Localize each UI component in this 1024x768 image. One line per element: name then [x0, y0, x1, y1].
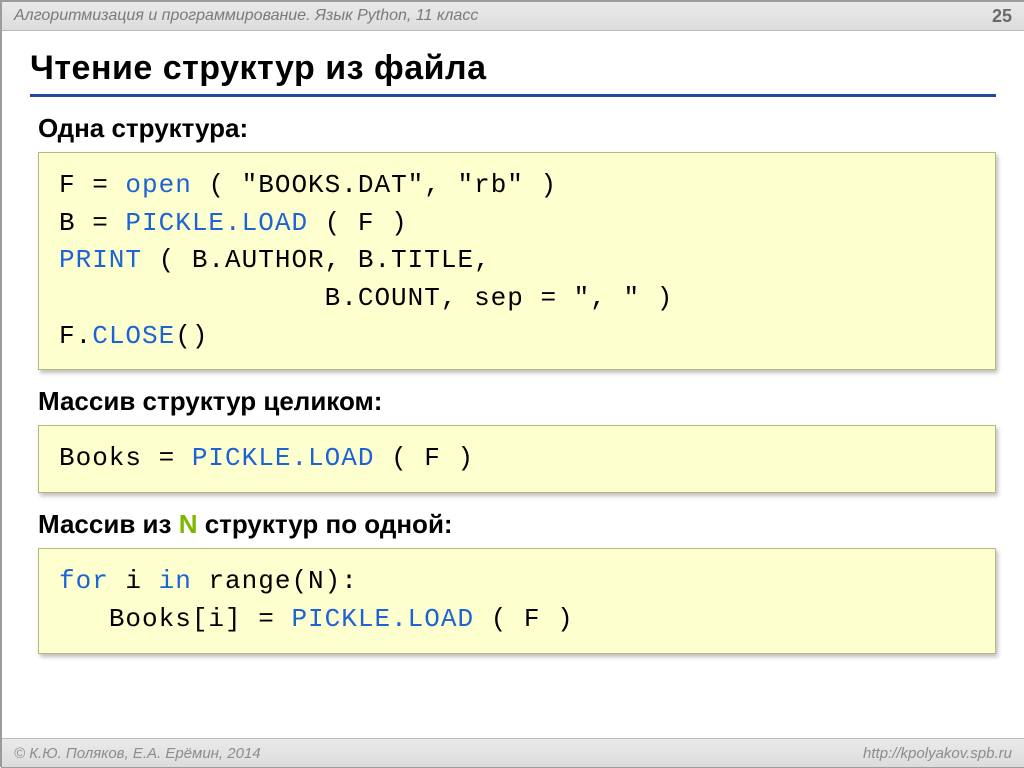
code-text: =	[76, 170, 126, 200]
code-keyword: for	[59, 566, 109, 596]
code-keyword: PICKLE.LOAD	[192, 443, 375, 473]
footer-url: http://kpolyakov.spb.ru	[863, 745, 1012, 762]
code-keyword: PRINT	[59, 245, 142, 275]
highlight-n: N	[179, 509, 198, 539]
section-text: Массив из	[38, 509, 179, 539]
code-one-struct: F = open ( "BOOKS.DAT", "rb" ) B = PICKL…	[38, 152, 996, 370]
code-text: B	[59, 208, 76, 238]
code-array-n: for i in range(N): Books[i] = PICKLE.LOA…	[38, 548, 996, 653]
slide-title: Чтение структур из файла	[30, 49, 996, 97]
section-one-struct: Одна структура:	[38, 113, 996, 144]
code-text: =	[242, 604, 292, 634]
course-label: Алгоритмизация и программирование. Язык …	[14, 7, 478, 25]
code-keyword: in	[159, 566, 192, 596]
code-text: B.COUNT, sep = ", " )	[325, 283, 674, 313]
page-number: 25	[992, 6, 1012, 27]
code-keyword: PICKLE.LOAD	[125, 208, 308, 238]
code-keyword: open	[125, 170, 191, 200]
code-text: F.	[59, 321, 92, 351]
code-text: ( F )	[474, 604, 574, 634]
code-text: ( B.AUTHOR, B.TITLE,	[142, 245, 491, 275]
code-keyword: CLOSE	[92, 321, 175, 351]
code-text: i	[109, 566, 159, 596]
code-text: Books	[59, 443, 142, 473]
code-text: =	[142, 443, 192, 473]
code-text: ( "BOOKS.DAT", "rb" )	[192, 170, 557, 200]
section-array-n: Массив из N структур по одной:	[38, 509, 996, 540]
code-text: ()	[175, 321, 208, 351]
section-array-whole: Массив структур целиком:	[38, 386, 996, 417]
copyright: © К.Ю. Поляков, Е.А. Ерёмин, 2014	[14, 745, 261, 762]
code-text: ( F )	[308, 208, 408, 238]
code-text: range(N):	[192, 566, 358, 596]
code-text: =	[76, 208, 126, 238]
code-text	[59, 283, 325, 313]
code-text: ( F )	[374, 443, 474, 473]
code-array-whole: Books = PICKLE.LOAD ( F )	[38, 425, 996, 493]
bottombar: © К.Ю. Поляков, Е.А. Ерёмин, 2014 http:/…	[2, 738, 1024, 767]
section-text: структур по одной:	[197, 509, 452, 539]
code-keyword: PICKLE.LOAD	[291, 604, 474, 634]
code-text	[59, 604, 109, 634]
code-text: Books[i]	[109, 604, 242, 634]
slide-content: Чтение структур из файла Одна структура:…	[2, 31, 1024, 654]
topbar: Алгоритмизация и программирование. Язык …	[2, 2, 1024, 31]
code-text: F	[59, 170, 76, 200]
